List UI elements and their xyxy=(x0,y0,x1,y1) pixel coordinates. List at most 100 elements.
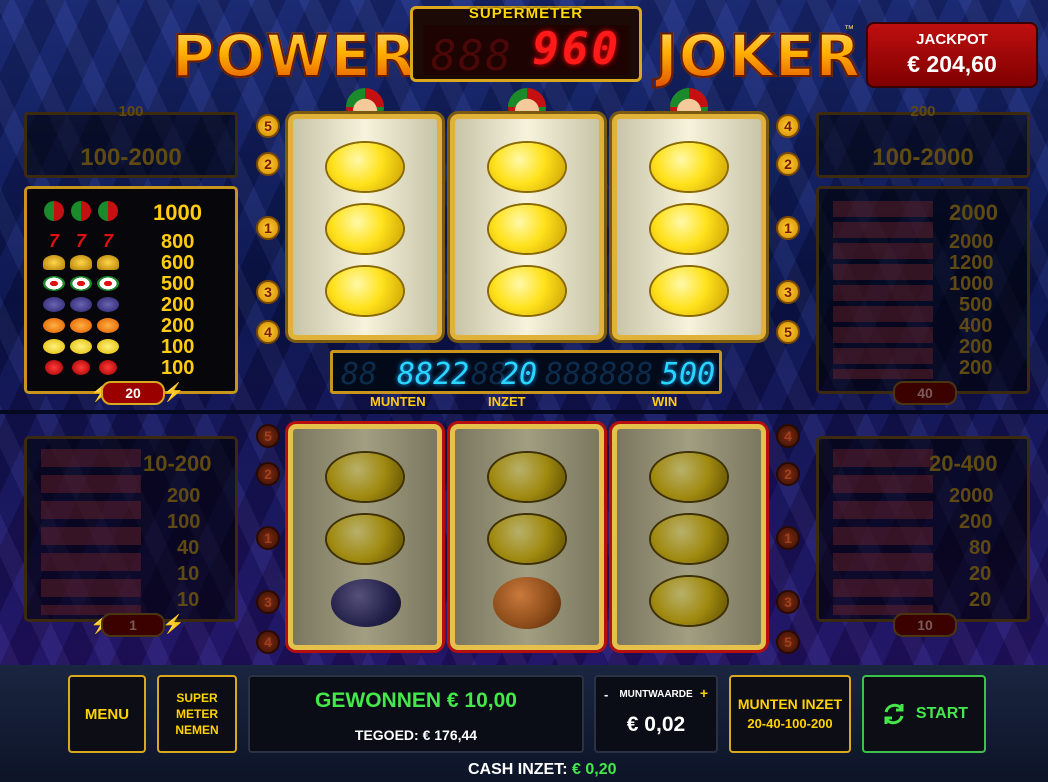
paytable-row-joker xyxy=(41,201,122,221)
paytable-value: 100 xyxy=(167,511,201,533)
lemon-icon xyxy=(489,515,565,563)
lemon-icon xyxy=(95,337,121,355)
jackpot-amount: € 204,60 xyxy=(907,51,997,77)
lemon-icon xyxy=(327,453,403,501)
orange-icon xyxy=(68,316,94,334)
paytable-joker-value: 2000 xyxy=(949,200,998,225)
paytable-row-cherry xyxy=(41,357,122,377)
seven-icon: 7 xyxy=(75,230,86,251)
lower-reel-3 xyxy=(612,424,766,650)
payline-marker: 3 xyxy=(776,280,800,304)
right-bottom-paytable: 20-400 2000 200 80 20 20 xyxy=(816,436,1030,622)
win-value: 500 xyxy=(661,357,716,392)
lemon-icon xyxy=(651,515,727,563)
counter-ghost: 88 xyxy=(341,357,378,392)
left-paytable: 1000 7 7 7 800 600 500 200 200 100 100 xyxy=(24,186,238,394)
paytable-value: 20 xyxy=(969,563,992,585)
paytable-value: 10 xyxy=(177,589,200,611)
lightning-icon: ⚡ xyxy=(162,614,185,634)
right-supermeter-paytable: 200 100-2000 xyxy=(816,103,1030,178)
reel-3 xyxy=(612,114,766,340)
lemon-icon xyxy=(651,143,727,191)
cherry-icon xyxy=(41,358,67,376)
paytable-row-plum xyxy=(41,294,122,314)
joker-icon xyxy=(68,201,94,221)
trademark: ™ xyxy=(844,24,854,35)
refresh-icon xyxy=(884,703,904,725)
supermeter-collect-line1: SUPER xyxy=(176,691,218,705)
munten-value: 8822 xyxy=(397,357,470,392)
menu-button[interactable]: MENU xyxy=(68,675,146,753)
right-supermeter-range: 100-2000 xyxy=(872,144,974,171)
paytable-value: 200 xyxy=(161,315,195,337)
title-joker: JOKER xyxy=(655,21,862,91)
machine-divider xyxy=(0,410,1048,414)
left-paytable-badge: 20 xyxy=(101,381,165,405)
paytable-row-melon xyxy=(41,273,122,293)
lemon-icon xyxy=(327,267,403,315)
credit-counter: 88 8822 88 20 888888 500 xyxy=(330,350,722,394)
inzet-label: INZET xyxy=(488,394,526,409)
paytable-value: 200 xyxy=(959,511,993,533)
supermeter-ghost-digits: 888 xyxy=(431,31,513,80)
joker-icon xyxy=(41,201,67,221)
payline-marker: 1 xyxy=(256,526,280,550)
lightning-icon: ⚡ xyxy=(162,382,185,402)
paytable-joker-value: 20-400 xyxy=(929,451,998,476)
lemon-icon xyxy=(651,205,727,253)
bet-coins-button[interactable]: MUNTEN INZET 20-40-100-200 xyxy=(729,675,851,753)
supermeter-collect-button[interactable]: SUPER METER NEMEN xyxy=(157,675,237,753)
paytable-value: 10 xyxy=(177,563,200,585)
left-bottom-symbols xyxy=(41,449,141,615)
payline-marker: 2 xyxy=(256,152,280,176)
cherry-icon xyxy=(68,358,94,376)
orange-icon xyxy=(41,316,67,334)
right-bottom-badge: 10 xyxy=(893,613,957,637)
payline-marker: 3 xyxy=(776,590,800,614)
bell-icon xyxy=(41,253,67,271)
left-bottom-badge: 1 xyxy=(101,613,165,637)
paytable-value: 40 xyxy=(177,537,200,559)
cash-bet-label: CASH INZET: xyxy=(468,761,568,778)
left-supermeter-paytable: 100 100-2000 xyxy=(24,103,238,178)
coin-value-increase[interactable]: + xyxy=(700,685,708,701)
paytable-row-lemon xyxy=(41,336,122,356)
payline-marker: 1 xyxy=(776,216,800,240)
payline-marker: 4 xyxy=(776,424,800,448)
lemon-icon xyxy=(489,453,565,501)
plum-icon xyxy=(331,579,401,627)
supermeter: SUPERMETER 888 960 xyxy=(410,5,642,82)
counter-ghost: 888888 xyxy=(545,357,654,392)
lemon-icon xyxy=(327,515,403,563)
coin-value: € 0,02 xyxy=(626,713,686,736)
paytable-value: 20 xyxy=(969,589,992,611)
title-power: POWER xyxy=(171,21,418,91)
start-button[interactable]: START xyxy=(862,675,986,753)
plum-icon xyxy=(68,295,94,313)
payline-marker: 4 xyxy=(776,114,800,138)
payline-marker: 3 xyxy=(256,590,280,614)
reel-2 xyxy=(450,114,604,340)
right-paytable-badge: 40 xyxy=(893,381,957,405)
payline-marker: 2 xyxy=(256,462,280,486)
joker-icon xyxy=(95,201,121,221)
right-bottom-symbols xyxy=(833,449,933,615)
start-label: START xyxy=(915,705,969,722)
paytable-value: 600 xyxy=(161,252,195,274)
lemon-icon xyxy=(651,577,727,625)
munten-label: MUNTEN xyxy=(370,394,426,409)
lemon-icon xyxy=(489,205,565,253)
win-credit-panel: GEWONNEN € 10,00 TEGOED: € 176,44 xyxy=(248,675,584,753)
bell-icon xyxy=(95,253,121,271)
credit-balance: TEGOED: € 176,44 xyxy=(354,727,478,743)
melon-icon xyxy=(68,274,94,292)
payline-marker: 3 xyxy=(256,280,280,304)
payline-marker: 1 xyxy=(776,526,800,550)
paytable-value: 500 xyxy=(161,273,195,295)
paytable-row-orange xyxy=(41,315,122,335)
supermeter-label: SUPERMETER xyxy=(468,5,584,22)
left-supermeter-range: 100-2000 xyxy=(80,144,182,171)
paytable-value: 400 xyxy=(959,315,993,337)
right-supermeter-number: 200 xyxy=(910,103,936,120)
seven-icon: 7 xyxy=(102,230,113,251)
